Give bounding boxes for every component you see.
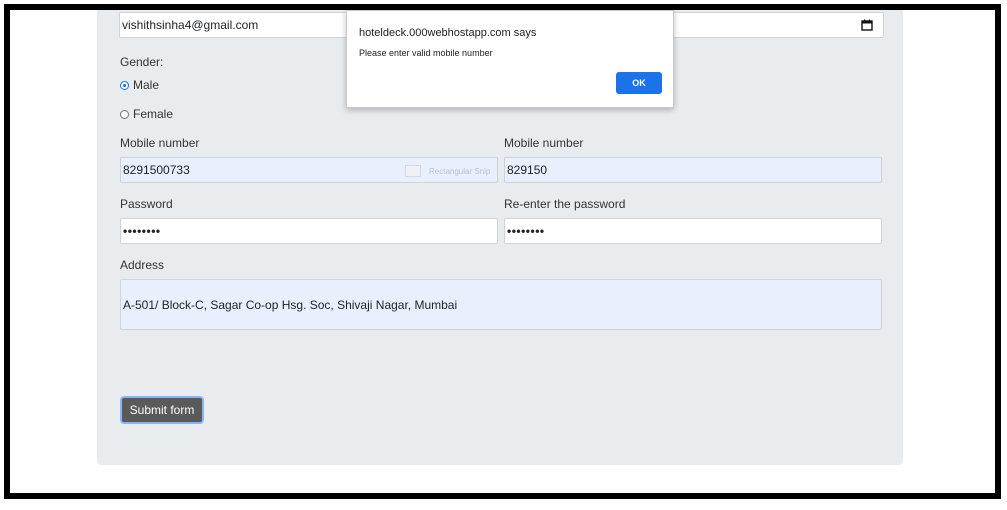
mobile-label-right: Mobile number — [504, 136, 584, 150]
ok-button[interactable]: OK — [616, 72, 662, 94]
radio-female[interactable] — [120, 109, 129, 119]
password-field[interactable]: •••••••• — [120, 218, 498, 244]
reenter-password-value: •••••••• — [507, 224, 545, 238]
reenter-password-label: Re-enter the password — [504, 197, 626, 211]
radio-male[interactable] — [120, 80, 129, 90]
alert-dialog: hoteldeck.000webhostapp.com says Please … — [346, 10, 674, 108]
reenter-password-field[interactable]: •••••••• — [504, 218, 882, 244]
submit-form-button[interactable]: Submit form — [120, 396, 204, 424]
address-label: Address — [120, 258, 165, 272]
password-value: •••••••• — [123, 224, 161, 238]
gender-female-label: Female — [133, 107, 174, 121]
snip-hint-icon — [405, 165, 421, 177]
date-field[interactable] — [664, 12, 884, 38]
snip-hint: Rectangular Snip — [405, 165, 490, 177]
snip-hint-text: Rectangular Snip — [429, 166, 491, 176]
dialog-message: Please enter valid mobile number — [359, 48, 493, 58]
password-label: Password — [120, 197, 173, 211]
mobile-value-right: 829150 — [507, 163, 548, 177]
screenshot-frame: vishithsinha4@gmail.com Gender: Male Fem… — [4, 4, 1001, 499]
gender-female-option[interactable]: Female — [120, 107, 173, 121]
calendar-icon[interactable] — [861, 19, 873, 31]
address-field[interactable]: A-501/ Block-C, Sagar Co-op Hsg. Soc, Sh… — [120, 279, 882, 330]
gender-male-option[interactable]: Male — [120, 78, 159, 92]
mobile-label-left: Mobile number — [120, 136, 200, 150]
address-value: A-501/ Block-C, Sagar Co-op Hsg. Soc, Sh… — [123, 297, 458, 312]
mobile-value-left: 8291500733 — [123, 163, 190, 177]
email-value: vishithsinha4@gmail.com — [122, 18, 259, 32]
gender-label: Gender: — [120, 55, 164, 69]
dialog-title: hoteldeck.000webhostapp.com says — [359, 27, 537, 39]
gender-male-label: Male — [133, 78, 160, 92]
mobile-field-right[interactable]: 829150 — [504, 157, 882, 183]
